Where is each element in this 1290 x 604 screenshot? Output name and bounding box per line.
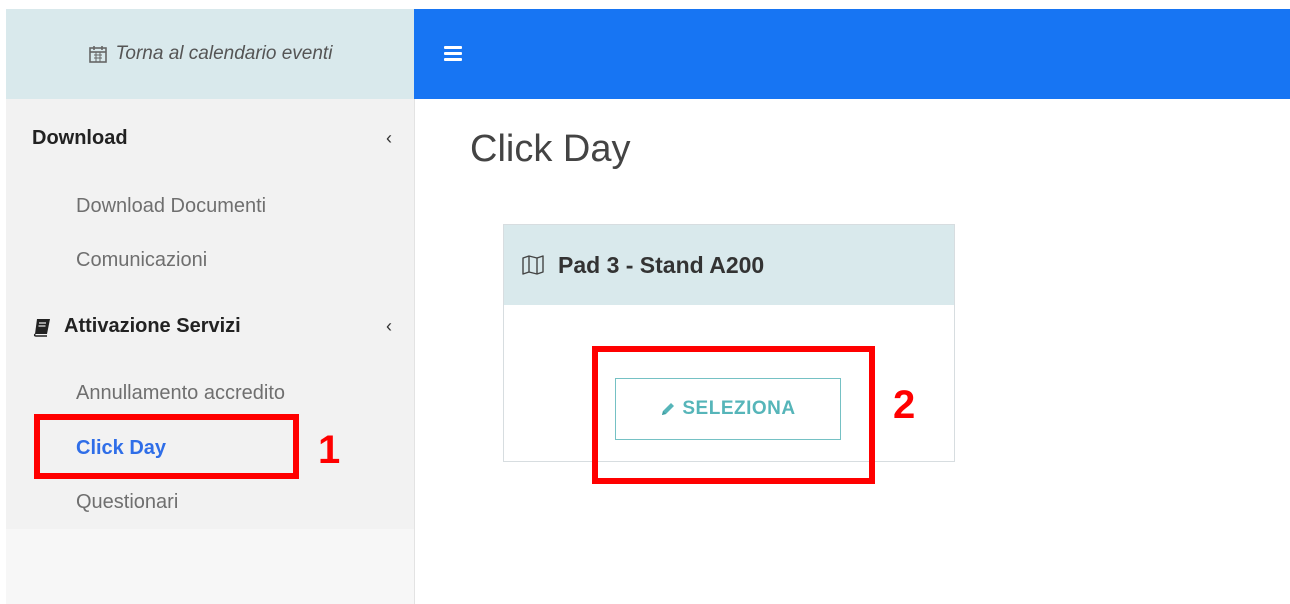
- page-title: Click Day: [470, 128, 631, 170]
- back-link-label: Torna al calendario eventi: [115, 43, 333, 64]
- map-icon: [522, 255, 544, 275]
- back-to-calendar-link[interactable]: Torna al calendario eventi: [6, 9, 414, 99]
- calendar-icon: [88, 46, 107, 63]
- card-header: Pad 3 - Stand A200: [504, 225, 954, 305]
- section-label: Download: [32, 127, 128, 149]
- sidebar: Torna al calendario eventi Download ‹ Do…: [6, 9, 415, 604]
- card-title: Pad 3 - Stand A200: [558, 251, 765, 278]
- sidebar-item-questionari[interactable]: Questionari: [76, 491, 178, 514]
- section-label: Attivazione Servizi: [64, 315, 241, 337]
- annotation-box-1: [34, 414, 299, 479]
- sidebar-item-comunicazioni[interactable]: Comunicazioni: [76, 249, 207, 272]
- book-icon: [33, 318, 50, 337]
- annotation-label-2: 2: [893, 383, 916, 427]
- chevron-left-icon: ‹: [386, 128, 392, 148]
- chevron-left-icon: ‹: [386, 316, 392, 336]
- sidebar-section-download[interactable]: Download ‹: [32, 127, 392, 150]
- top-navbar: [414, 9, 1290, 99]
- annotation-box-2: [592, 346, 875, 484]
- sidebar-item-download-documenti[interactable]: Download Documenti: [76, 195, 266, 218]
- annotation-label-1: 1: [318, 428, 341, 472]
- sidebar-section-attivazione-servizi[interactable]: Attivazione Servizi ‹: [32, 315, 392, 338]
- sidebar-item-annullamento-accredito[interactable]: Annullamento accredito: [76, 382, 285, 405]
- hamburger-menu-icon[interactable]: [444, 46, 462, 62]
